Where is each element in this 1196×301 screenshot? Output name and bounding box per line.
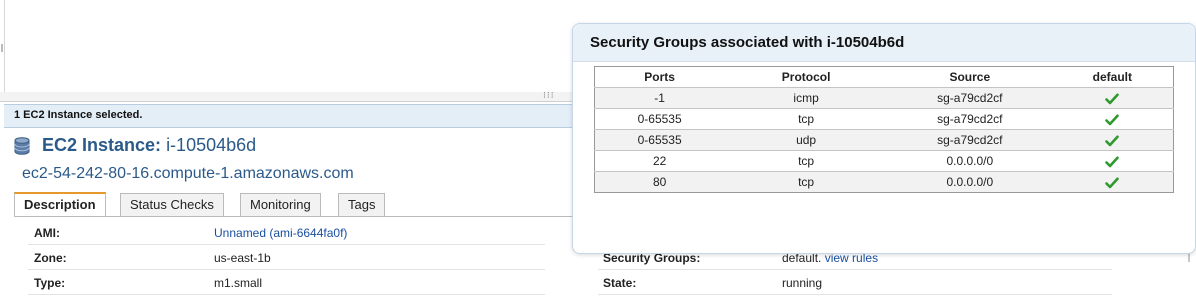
popup-header: Security Groups associated with i-10504b… [573, 24, 1195, 62]
type-label: Type: [34, 276, 66, 290]
cell-protocol: udp [724, 129, 888, 151]
database-icon [14, 137, 30, 155]
ami-label: AMI: [34, 226, 60, 240]
cell-protocol: tcp [724, 108, 888, 130]
cell-protocol: tcp [724, 150, 888, 172]
table-row: 22 tcp 0.0.0.0/0 [594, 150, 1174, 172]
column-header-source: Source [887, 66, 1052, 88]
tab-description[interactable]: Description [14, 192, 106, 217]
check-icon [1105, 93, 1120, 105]
cell-ports: -1 [594, 87, 725, 109]
cell-source: sg-a79cd2cf [887, 87, 1052, 109]
table-row: 0-65535 tcp sg-a79cd2cf [594, 108, 1174, 130]
cell-source: sg-a79cd2cf [887, 129, 1052, 151]
check-icon [1105, 135, 1120, 147]
selection-status-text: 1 EC2 Instance selected. [14, 109, 143, 121]
column-header-ports: Ports [594, 66, 725, 88]
cell-ports: 0-65535 [594, 129, 725, 151]
cell-protocol: tcp [724, 171, 888, 193]
cell-default [1051, 108, 1174, 130]
cell-source: 0.0.0.0/0 [887, 150, 1052, 172]
state-value: running [782, 276, 823, 290]
table-row: -1 icmp sg-a79cd2cf [594, 87, 1174, 109]
security-groups-popup: Security Groups associated with i-10504b… [572, 23, 1196, 254]
cell-default [1051, 171, 1174, 193]
public-dns-name: ec2-54-242-80-16.compute-1.amazonaws.com [22, 165, 354, 182]
cell-default [1051, 150, 1174, 172]
cell-protocol: icmp [724, 87, 888, 109]
cell-source: 0.0.0.0/0 [887, 171, 1052, 193]
check-icon [1105, 114, 1120, 126]
zone-label: Zone: [34, 251, 67, 265]
ami-value-link[interactable]: Unnamed (ami-6644fa0f) [214, 226, 347, 240]
cell-ports: 0-65535 [594, 108, 725, 130]
tab-tags[interactable]: Tags [338, 193, 386, 216]
cell-default [1051, 129, 1174, 151]
cell-default [1051, 87, 1174, 109]
instance-id: i-10504b6d [166, 135, 257, 155]
cell-ports: 80 [594, 171, 725, 193]
state-label: State: [603, 276, 637, 290]
tab-monitoring[interactable]: Monitoring [240, 193, 321, 216]
splitter-grip-icon[interactable]: ⁝⁝⁝ [543, 90, 555, 101]
cell-ports: 22 [594, 150, 725, 172]
row-divider [598, 294, 1112, 295]
security-rules-table: Ports Protocol Source default -1 icmp sg… [594, 66, 1174, 193]
row-divider [598, 269, 1112, 270]
row-divider [28, 294, 545, 295]
left-scroll-edge[interactable] [0, 0, 5, 92]
check-icon [1105, 156, 1120, 168]
check-icon [1105, 177, 1120, 189]
row-divider [28, 269, 545, 270]
tab-status-checks[interactable]: Status Checks [120, 193, 224, 216]
column-header-default: default [1051, 66, 1174, 88]
cell-source: sg-a79cd2cf [887, 108, 1052, 130]
instance-title: EC2 Instance: i-10504b6d [42, 135, 256, 156]
column-header-protocol: Protocol [724, 66, 888, 88]
row-divider [28, 244, 545, 245]
table-header-row: Ports Protocol Source default [594, 66, 1174, 88]
type-value: m1.small [214, 276, 263, 290]
table-row: 0-65535 udp sg-a79cd2cf [594, 129, 1174, 151]
zone-value: us-east-1b [214, 251, 271, 265]
popup-title: Security Groups associated with i-10504b… [590, 34, 905, 51]
instance-title-prefix: EC2 Instance: [42, 135, 162, 155]
table-row: 80 tcp 0.0.0.0/0 [594, 171, 1174, 193]
